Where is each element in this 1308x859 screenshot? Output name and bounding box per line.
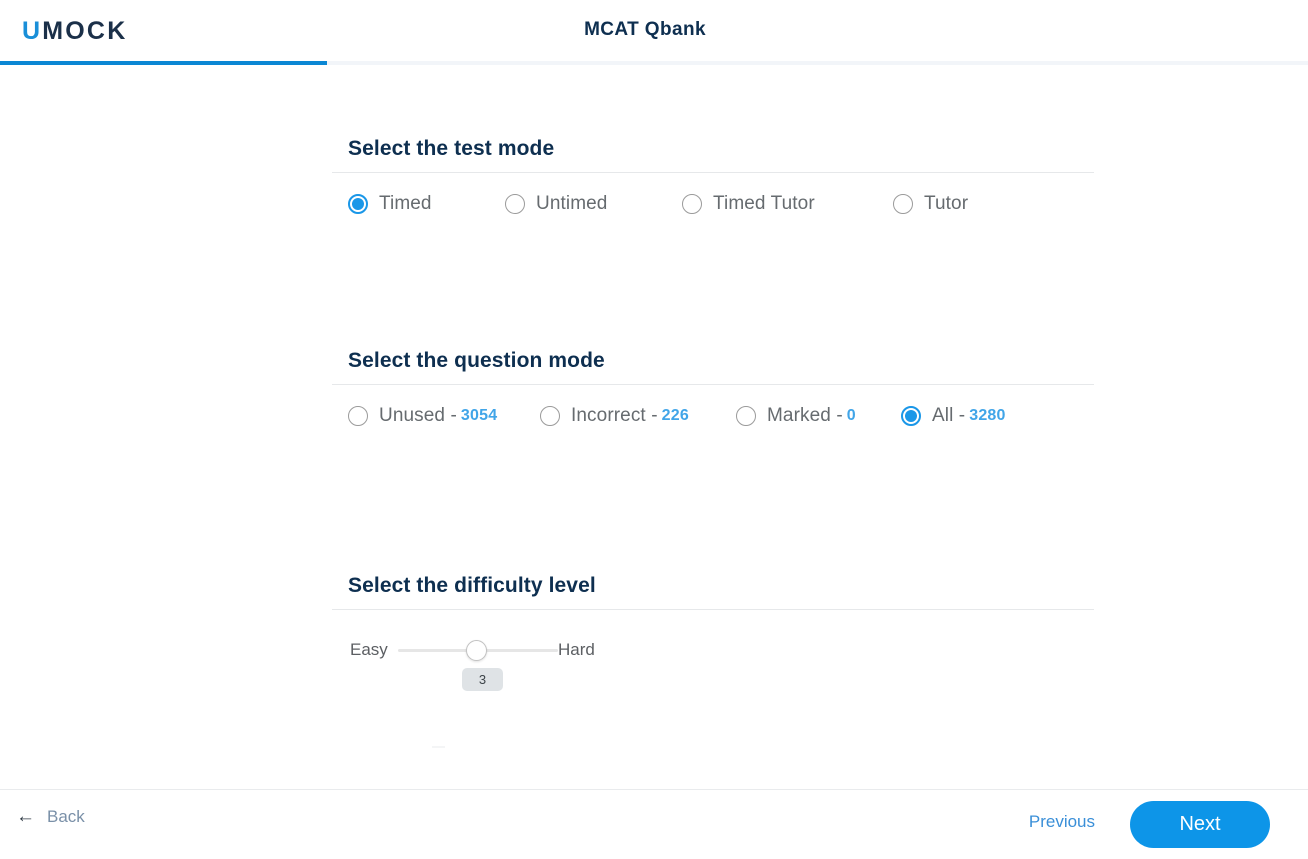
option-unused[interactable]: Unused - 3054 — [332, 405, 540, 427]
app-header: UMOCK MCAT Qbank — [0, 0, 1308, 61]
option-label-tutor: Tutor — [924, 193, 969, 214]
option-count-all: 3280 — [969, 407, 1006, 424]
option-timed[interactable]: Timed — [332, 193, 505, 215]
option-label-marked: Marked - — [767, 405, 843, 426]
slider-handle[interactable] — [466, 640, 487, 661]
radio-tutor[interactable] — [893, 194, 913, 214]
radio-timed[interactable] — [348, 194, 368, 214]
option-label-timed-tutor: Timed Tutor — [713, 193, 815, 214]
section-divider — [332, 609, 1094, 610]
decorative-dash — [432, 746, 445, 748]
option-tutor[interactable]: Tutor — [893, 193, 968, 215]
section-divider — [332, 172, 1094, 173]
option-marked[interactable]: Marked - 0 — [736, 405, 901, 427]
next-button[interactable]: Next — [1130, 801, 1270, 848]
radio-untimed[interactable] — [505, 194, 525, 214]
arrow-left-icon: ← — [16, 806, 35, 827]
option-count-unused: 3054 — [460, 407, 498, 424]
option-label-untimed: Untimed — [536, 193, 608, 214]
section-title-test-mode: Select the test mode — [348, 137, 555, 160]
footer-bar: ← Back Previous Next — [0, 789, 1308, 859]
option-label-all: All - — [932, 405, 966, 426]
back-button-label: Back — [47, 807, 85, 826]
option-label-incorrect: Incorrect - — [571, 405, 658, 426]
option-timed-tutor[interactable]: Timed Tutor — [682, 193, 893, 215]
main-content: Select the test mode Timed Untimed Timed… — [0, 65, 1308, 789]
section-test-mode: Select the test mode Timed Untimed Timed… — [332, 137, 1094, 214]
question-mode-options: Unused - 3054 Incorrect - 226 Marked - 0… — [332, 405, 1006, 427]
option-label-timed: Timed — [379, 193, 432, 214]
previous-button[interactable]: Previous — [1029, 812, 1095, 832]
difficulty-slider[interactable]: Easy 3 Hard — [332, 630, 1094, 710]
section-title-question-mode: Select the question mode — [348, 349, 605, 372]
radio-unused[interactable] — [348, 406, 368, 426]
slider-value-tooltip: 3 — [462, 668, 503, 691]
option-count-marked: 0 — [846, 407, 856, 424]
radio-marked[interactable] — [736, 406, 756, 426]
test-mode-options: Timed Untimed Timed Tutor Tutor — [332, 193, 968, 215]
option-all[interactable]: All - 3280 — [901, 405, 1006, 427]
page-title: MCAT Qbank — [584, 19, 706, 40]
section-title-difficulty: Select the difficulty level — [348, 574, 596, 597]
section-difficulty: Select the difficulty level Easy 3 Hard — [332, 574, 1094, 691]
option-label-unused: Unused - — [379, 405, 457, 426]
option-untimed[interactable]: Untimed — [505, 193, 682, 215]
slider-label-hard: Hard — [558, 640, 595, 659]
radio-incorrect[interactable] — [540, 406, 560, 426]
section-divider — [332, 384, 1094, 385]
section-question-mode: Select the question mode Unused - 3054 I… — [332, 349, 1094, 426]
option-count-incorrect: 226 — [661, 407, 689, 424]
radio-all[interactable] — [901, 406, 921, 426]
option-incorrect[interactable]: Incorrect - 226 — [540, 405, 736, 427]
radio-timed-tutor[interactable] — [682, 194, 702, 214]
back-button[interactable]: ← Back — [16, 807, 85, 827]
slider-label-easy: Easy — [350, 640, 388, 659]
